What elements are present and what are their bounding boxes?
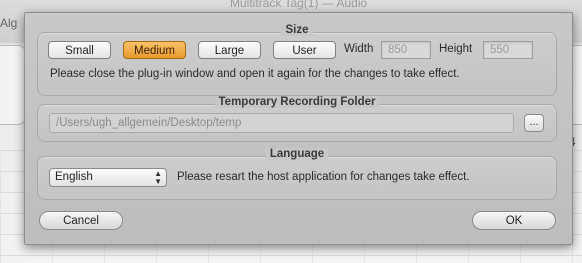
size-medium-button[interactable]: Medium <box>123 41 186 59</box>
language-group: Language English ▲ ▼ Please resart the ho… <box>37 148 557 200</box>
host-window-title: Multitrack Tag(1) — Audio <box>230 0 368 10</box>
width-label: Width <box>344 43 374 55</box>
size-group: Size Small Medium Large User Width 850 H… <box>37 24 557 96</box>
host-tab[interactable]: Alg <box>0 16 17 30</box>
ok-button[interactable]: OK <box>472 211 556 230</box>
updown-arrows-icon: ▲ ▼ <box>154 169 162 186</box>
settings-sheet: Size Small Medium Large User Width 850 H… <box>24 12 573 245</box>
size-large-button[interactable]: Large <box>198 41 261 59</box>
size-group-title: Size <box>38 24 556 36</box>
language-select-value: English <box>55 171 93 183</box>
language-select[interactable]: English ▲ ▼ <box>49 168 167 187</box>
temp-folder-path-field[interactable]: /Users/ugh_allgemein/Desktop/temp <box>49 113 514 133</box>
height-field[interactable]: 550 <box>483 41 533 59</box>
temp-folder-group-title: Temporary Recording Folder <box>38 96 556 108</box>
width-field[interactable]: 850 <box>381 41 431 59</box>
language-note: Please resart the host application for c… <box>177 171 470 183</box>
browse-folder-button[interactable]: ... <box>524 114 544 132</box>
size-small-button[interactable]: Small <box>48 41 111 59</box>
size-note: Please close the plug-in window and open… <box>50 68 460 80</box>
height-label: Height <box>439 43 473 55</box>
temp-folder-group: Temporary Recording Folder /Users/ugh_al… <box>37 96 557 142</box>
cancel-button[interactable]: Cancel <box>39 211 123 230</box>
size-user-button[interactable]: User <box>273 41 336 59</box>
host-panel-left <box>0 45 26 125</box>
language-group-title: Language <box>38 148 556 160</box>
